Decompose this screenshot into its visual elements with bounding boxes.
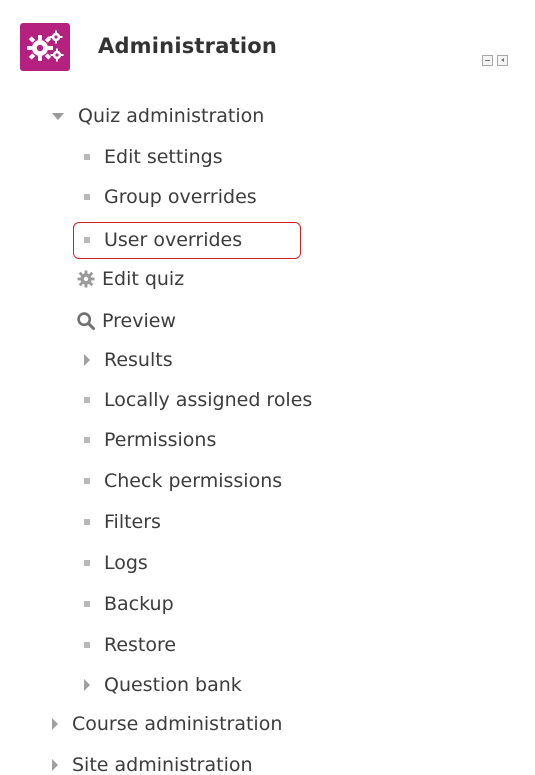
- gear-icon: [76, 269, 96, 289]
- expanded-arrow-icon: [52, 112, 64, 120]
- dock-block-icon[interactable]: [497, 55, 508, 66]
- collapsed-arrow-icon: [52, 718, 58, 730]
- search-icon: [76, 311, 96, 331]
- bullet-icon: [84, 601, 90, 607]
- bullet-icon: [84, 642, 90, 648]
- tree-item-edit-quiz[interactable]: Edit quiz: [76, 264, 184, 294]
- bullet-icon: [84, 437, 90, 443]
- bullet-icon: [84, 397, 90, 403]
- tree-item-group-overrides[interactable]: Group overrides: [84, 182, 257, 212]
- tree-item-logs[interactable]: Logs: [84, 548, 148, 578]
- tree-item-backup[interactable]: Backup: [84, 589, 174, 619]
- tree-item-course-administration[interactable]: Course administration: [52, 709, 282, 739]
- tree-item-filters[interactable]: Filters: [84, 507, 161, 537]
- tree-item-quiz-administration[interactable]: Quiz administration: [52, 101, 264, 131]
- block-title: Administration: [98, 34, 277, 58]
- tree-item-preview[interactable]: Preview: [76, 306, 176, 336]
- block-header: Administration: [0, 0, 535, 96]
- administration-block: Administration Quiz administration Edit …: [0, 0, 535, 775]
- collapse-block-icon[interactable]: [482, 55, 493, 66]
- bullet-icon: [84, 237, 90, 243]
- collapsed-arrow-icon: [52, 759, 58, 771]
- tree-item-site-administration[interactable]: Site administration: [52, 750, 253, 775]
- bullet-icon: [84, 194, 90, 200]
- bullet-icon: [84, 560, 90, 566]
- collapsed-arrow-icon: [84, 354, 90, 366]
- tree-item-edit-settings[interactable]: Edit settings: [84, 142, 223, 172]
- tree-item-results[interactable]: Results: [84, 345, 173, 375]
- bullet-icon: [84, 519, 90, 525]
- tree-item-question-bank[interactable]: Question bank: [84, 670, 242, 700]
- gears-icon: [20, 23, 70, 71]
- tree-item-user-overrides[interactable]: User overrides: [84, 225, 242, 255]
- bullet-icon: [84, 478, 90, 484]
- tree-item-restore[interactable]: Restore: [84, 630, 176, 660]
- tree-item-locally-assigned-roles[interactable]: Locally assigned roles: [84, 385, 312, 415]
- tree-item-permissions[interactable]: Permissions: [84, 425, 216, 455]
- tree-item-check-permissions[interactable]: Check permissions: [84, 466, 282, 496]
- collapsed-arrow-icon: [84, 679, 90, 691]
- bullet-icon: [84, 154, 90, 160]
